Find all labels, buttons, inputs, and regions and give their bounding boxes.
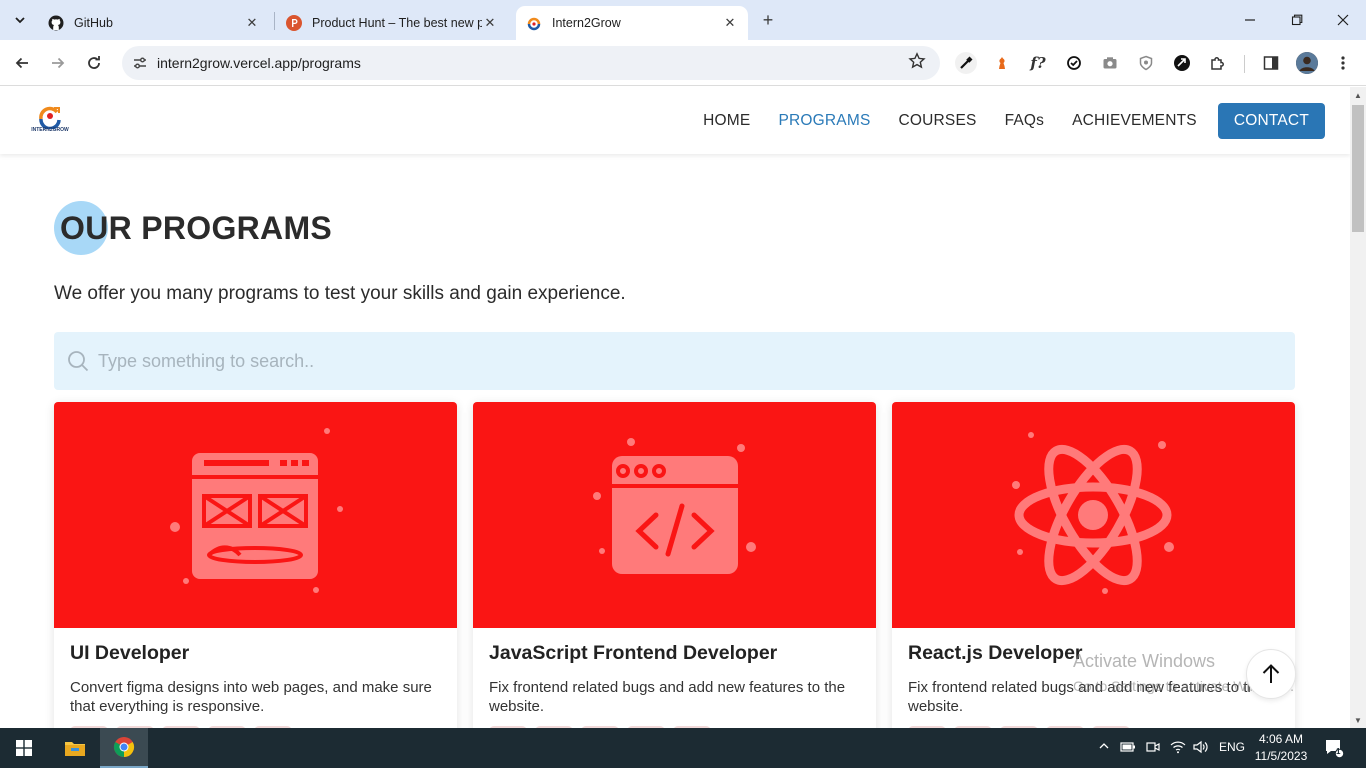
minimize-icon[interactable] <box>1238 8 1262 32</box>
card-image <box>892 402 1295 628</box>
card-image <box>54 402 457 628</box>
card-title: React.js Developer <box>908 642 1083 664</box>
tab-producthunt[interactable]: Product Hunt – The best new products in … <box>276 6 508 40</box>
card-description: Fix frontend related bugs and add new fe… <box>489 679 846 715</box>
browser-toolbar: intern2grow.vercel.app/programs f? <box>0 40 1366 86</box>
notification-count: 1 <box>1336 747 1341 756</box>
close-window-icon[interactable] <box>1331 8 1355 32</box>
card-image <box>473 402 876 628</box>
activate-windows-title: Activate Windows <box>1073 651 1216 671</box>
volume-icon[interactable] <box>1193 740 1209 757</box>
main-nav: HOME PROGRAMS COURSES FAQs ACHIEVEMENTS … <box>675 103 1325 139</box>
input-language[interactable]: ENG <box>1219 740 1245 754</box>
nav-programs[interactable]: PROGRAMS <box>778 112 870 130</box>
web-page: INTERN2GROW HOME PROGRAMS COURSES FAQs A… <box>0 87 1350 728</box>
bookmark-star-icon[interactable] <box>908 52 926 75</box>
speed-extension-icon[interactable] <box>1171 52 1193 74</box>
font-finder-extension-icon[interactable]: f? <box>1027 52 1049 74</box>
address-bar[interactable]: intern2grow.vercel.app/programs <box>122 46 940 80</box>
close-tab-icon[interactable]: ✕ <box>482 15 498 31</box>
chrome-taskbar-icon[interactable] <box>100 728 148 768</box>
windows-taskbar: ENG 4:06 AM 11/5/2023 1 <box>0 728 1366 768</box>
tab-separator <box>274 12 275 30</box>
scroll-down-arrow-icon[interactable]: ▼ <box>1354 716 1362 725</box>
program-card-javascript-frontend-developer[interactable]: JavaScript Frontend Developer Fix fronte… <box>473 402 876 728</box>
back-arrow-icon[interactable] <box>10 51 34 75</box>
tab-title: Product Hunt – The best new products in … <box>312 16 482 30</box>
new-tab-button[interactable]: + <box>758 10 778 30</box>
search-input[interactable] <box>98 346 1098 376</box>
nav-courses[interactable]: COURSES <box>899 112 977 130</box>
page-title: OUR PROGRAMS <box>60 210 333 246</box>
windows-start-icon[interactable] <box>0 728 48 768</box>
code-window-icon <box>593 438 756 574</box>
tab-intern2grow[interactable]: Intern2Grow ✕ <box>516 6 748 40</box>
extensions-puzzle-icon[interactable] <box>1207 52 1229 74</box>
tab-title: GitHub <box>74 16 113 30</box>
restore-icon[interactable] <box>1285 8 1309 32</box>
shield-extension-icon[interactable] <box>1135 52 1157 74</box>
tab-github[interactable]: GitHub ✕ <box>38 6 270 40</box>
tray-chevron-up-icon[interactable] <box>1098 740 1110 755</box>
program-card-ui-developer[interactable]: UI Developer Convert figma designs into … <box>54 402 457 728</box>
page-scrollbar[interactable]: ▲ ▼ <box>1350 87 1366 728</box>
forward-arrow-icon[interactable] <box>46 51 70 75</box>
card-title: JavaScript Frontend Developer <box>489 642 778 664</box>
clock-time: 4:06 AM <box>1258 732 1304 746</box>
reload-icon[interactable] <box>82 51 106 75</box>
scroll-up-arrow-icon[interactable]: ▲ <box>1354 91 1362 100</box>
logo-text: INTERN2GROW <box>31 127 69 133</box>
close-tab-icon[interactable]: ✕ <box>722 15 738 31</box>
more-menu-icon[interactable] <box>1332 52 1354 74</box>
meet-now-icon[interactable] <box>1146 740 1160 757</box>
tab-strip: GitHub ✕ Product Hunt – The best new pro… <box>0 0 1366 40</box>
clock-date: 11/5/2023 <box>1254 749 1308 763</box>
close-tab-icon[interactable]: ✕ <box>244 15 260 31</box>
color-picker-extension-icon[interactable] <box>955 52 977 74</box>
wifi-icon[interactable] <box>1170 740 1186 757</box>
chevron-down-icon <box>15 17 25 24</box>
contact-button[interactable]: CONTACT <box>1217 103 1325 139</box>
checkmark-timer-extension-icon[interactable] <box>1063 52 1085 74</box>
scroll-to-top-button[interactable] <box>1246 649 1296 699</box>
scrollbar-thumb[interactable] <box>1352 105 1364 232</box>
nav-faqs[interactable]: FAQs <box>1005 112 1045 130</box>
page-subtitle: We offer you many programs to test your … <box>54 283 626 304</box>
chess-extension-icon[interactable] <box>991 52 1013 74</box>
arrow-up-icon <box>1262 664 1280 683</box>
site-logo[interactable]: INTERN2GROW <box>28 103 72 137</box>
section-heading: OUR PROGRAMS <box>54 199 332 255</box>
profile-avatar[interactable] <box>1296 52 1318 74</box>
battery-icon[interactable] <box>1120 740 1136 757</box>
github-icon <box>48 15 64 31</box>
card-title: UI Developer <box>70 642 190 664</box>
tab-title: Intern2Grow <box>552 16 621 30</box>
ui-design-icon <box>170 428 343 593</box>
producthunt-icon <box>286 15 302 31</box>
notification-center-icon[interactable]: 1 <box>1324 738 1345 761</box>
nav-home[interactable]: HOME <box>703 112 750 130</box>
nav-achievements[interactable]: ACHIEVEMENTS <box>1072 112 1197 130</box>
intern2grow-logo-icon <box>39 106 61 129</box>
site-settings-icon[interactable] <box>130 53 150 73</box>
search-icon <box>68 351 89 372</box>
tab-search-button[interactable] <box>8 8 32 32</box>
toolbar-divider <box>1244 55 1245 73</box>
card-description: Convert figma designs into web pages, an… <box>70 679 432 715</box>
file-explorer-icon[interactable] <box>51 728 99 768</box>
site-header: INTERN2GROW HOME PROGRAMS COURSES FAQs A… <box>0 87 1350 154</box>
react-icon <box>1012 432 1174 594</box>
url-text: intern2grow.vercel.app/programs <box>157 55 361 71</box>
system-clock[interactable]: 4:06 AM 11/5/2023 <box>1252 731 1310 765</box>
intern2grow-icon <box>526 15 542 31</box>
side-panel-icon[interactable] <box>1260 52 1282 74</box>
program-search <box>54 332 1295 390</box>
camera-extension-icon[interactable] <box>1099 52 1121 74</box>
